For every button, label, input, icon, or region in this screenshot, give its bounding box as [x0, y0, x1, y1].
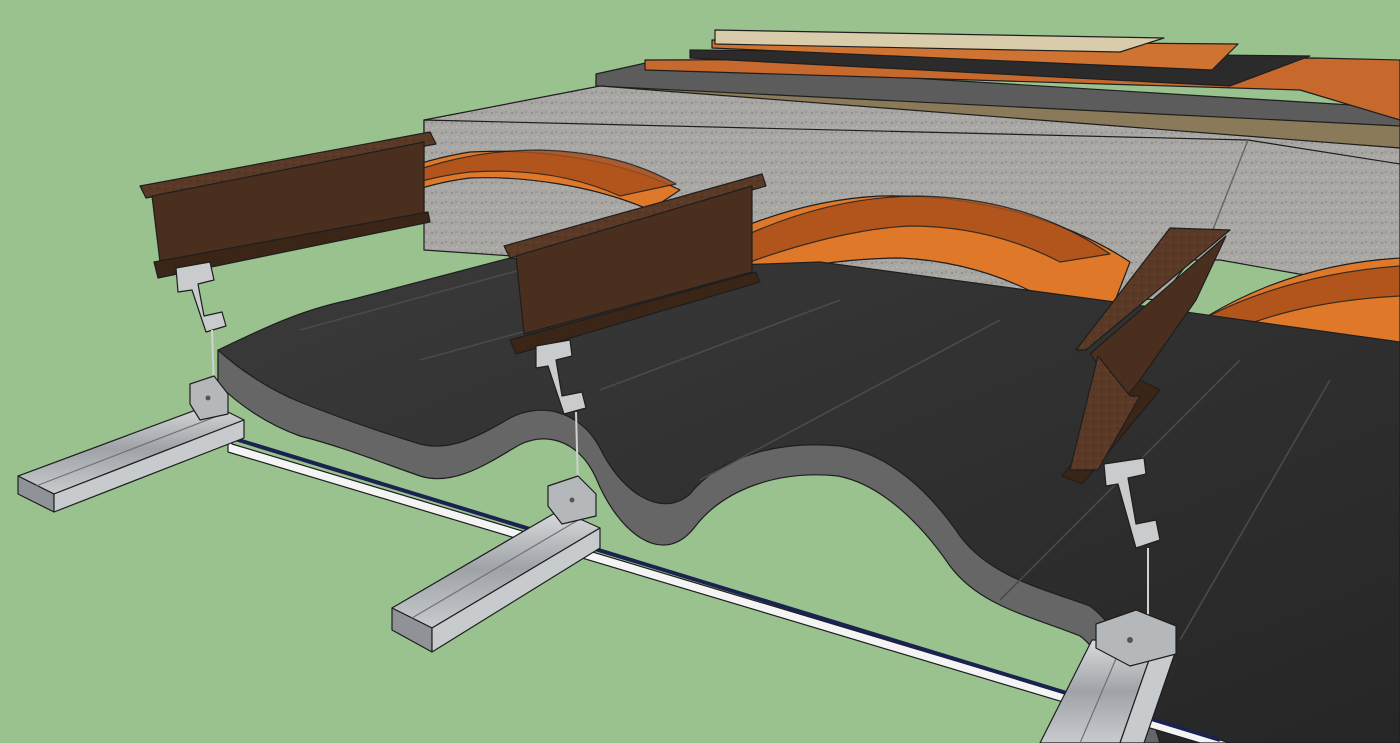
floor-construction-diagram — [17, 29, 1400, 743]
metal-profile-1 — [17, 403, 245, 513]
ceiling-hanger-icon — [175, 261, 229, 421]
steel-beam-1 — [139, 131, 437, 279]
